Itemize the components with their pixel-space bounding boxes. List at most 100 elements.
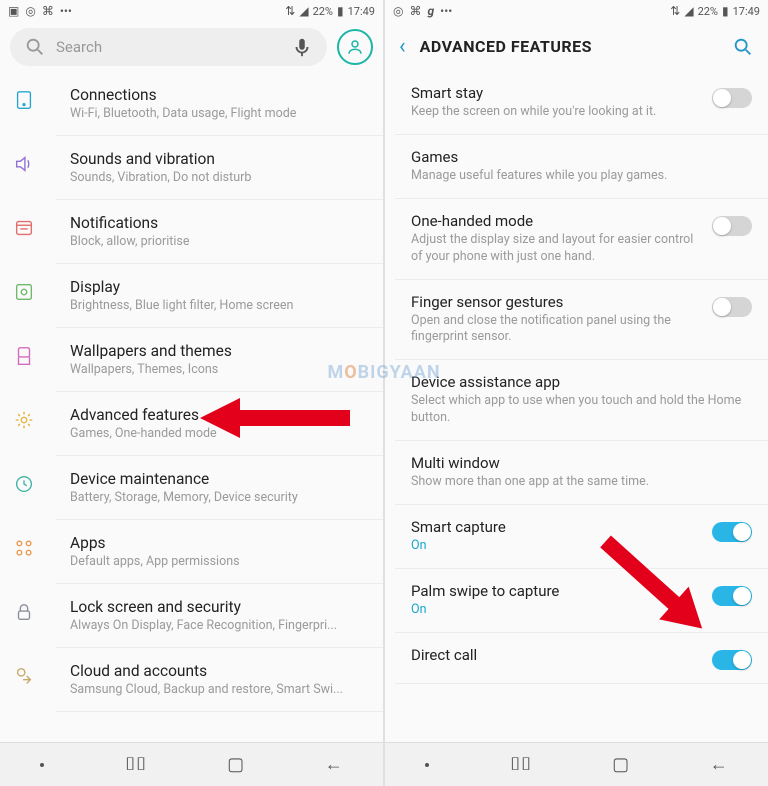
adv-item[interactable]: Smart capture On xyxy=(395,505,768,569)
back-icon[interactable]: ‹ xyxy=(399,34,406,59)
adv-item[interactable]: Finger sensor gestures Open and close th… xyxy=(395,280,768,361)
battery-icon: ▮ xyxy=(337,4,344,18)
recent-apps-button[interactable]: ⌷⌷ xyxy=(125,754,147,775)
adv-item-title: One-handed mode xyxy=(411,212,702,230)
more-icon: ••• xyxy=(60,4,72,18)
adv-item-title: Device assistance app xyxy=(411,373,752,391)
setting-item-lock[interactable]: Lock screen and security Always On Displ… xyxy=(56,584,383,648)
search-row: Search xyxy=(0,22,383,72)
setting-item-cloud[interactable]: Cloud and accounts Samsung Cloud, Backup… xyxy=(56,648,383,712)
toggle-switch[interactable] xyxy=(712,650,752,670)
setting-item-advanced[interactable]: Advanced features Games, One-handed mode xyxy=(56,392,383,456)
adv-item[interactable]: Smart stay Keep the screen on while you'… xyxy=(395,71,768,135)
toggle-switch[interactable] xyxy=(712,297,752,317)
battery-icon: ▮ xyxy=(722,4,729,18)
adv-item-subtitle: Open and close the notification panel us… xyxy=(411,313,702,347)
mic-icon[interactable] xyxy=(291,36,313,58)
status-time: 17:49 xyxy=(733,5,760,18)
adv-item[interactable]: Multi window Show more than one app at t… xyxy=(395,441,768,505)
data-icon: ⇅ xyxy=(285,4,295,18)
signal-icon: ◢ xyxy=(299,4,308,18)
apps-icon xyxy=(12,536,36,560)
setting-item-apps[interactable]: Apps Default apps, App permissions xyxy=(56,520,383,584)
adv-item[interactable]: Direct call xyxy=(395,633,768,684)
nav-dot xyxy=(425,763,429,767)
hangouts-icon: ⌘ xyxy=(409,4,421,18)
advanced-features-screen: ◎ ⌘ g ••• ⇅ ◢ 22% ▮ 17:49 ‹ ADVANCED FEA… xyxy=(385,0,768,786)
display-icon xyxy=(12,280,36,304)
advanced-features-list: Smart stay Keep the screen on while you'… xyxy=(385,71,768,742)
toggle-switch[interactable] xyxy=(712,586,752,606)
setting-title: Display xyxy=(70,278,369,296)
nav-bar: ⌷⌷ ▢ ← xyxy=(385,742,768,786)
adv-item-subtitle: Manage useful features while you play ga… xyxy=(411,168,752,185)
setting-subtitle: Sounds, Vibration, Do not disturb xyxy=(70,170,369,185)
lock-icon xyxy=(12,600,36,624)
setting-title: Device maintenance xyxy=(70,470,369,488)
status-bar: ◎ ⌘ g ••• ⇅ ◢ 22% ▮ 17:49 xyxy=(385,0,768,22)
search-placeholder: Search xyxy=(56,38,281,56)
setting-item-wallpaper[interactable]: Wallpapers and themes Wallpapers, Themes… xyxy=(56,328,383,392)
setting-title: Lock screen and security xyxy=(70,598,369,616)
setting-subtitle: Default apps, App permissions xyxy=(70,554,369,569)
setting-subtitle: Always On Display, Face Recognition, Fin… xyxy=(70,618,369,633)
setting-title: Apps xyxy=(70,534,369,552)
notifications-icon xyxy=(12,216,36,240)
whatsapp-icon: ◎ xyxy=(393,4,403,18)
home-button[interactable]: ▢ xyxy=(227,754,244,775)
adv-item-title: Finger sensor gestures xyxy=(411,293,702,311)
setting-item-display[interactable]: Display Brightness, Blue light filter, H… xyxy=(56,264,383,328)
search-icon[interactable] xyxy=(732,36,754,58)
status-time: 17:49 xyxy=(348,5,375,18)
data-icon: ⇅ xyxy=(670,4,680,18)
toggle-switch[interactable] xyxy=(712,216,752,236)
adv-item[interactable]: Palm swipe to capture On xyxy=(395,569,768,633)
recent-apps-button[interactable]: ⌷⌷ xyxy=(510,754,532,775)
nav-bar: ⌷⌷ ▢ ← xyxy=(0,742,383,786)
setting-subtitle: Battery, Storage, Memory, Device securit… xyxy=(70,490,369,505)
adv-item-subtitle: Adjust the display size and layout for e… xyxy=(411,232,702,266)
setting-title: Cloud and accounts xyxy=(70,662,369,680)
cloud-icon xyxy=(12,664,36,688)
adv-item-title: Smart capture xyxy=(411,518,702,536)
setting-subtitle: Block, allow, prioritise xyxy=(70,234,369,249)
gallery-icon: ▣ xyxy=(8,4,19,18)
toggle-switch[interactable] xyxy=(712,522,752,542)
adv-item-title: Games xyxy=(411,148,752,166)
search-input[interactable]: Search xyxy=(10,28,327,66)
adv-item-subtitle: On xyxy=(411,602,702,619)
toggle-switch[interactable] xyxy=(712,88,752,108)
settings-main-screen: ▣ ◎ ⌘ ••• ⇅ ◢ 22% ▮ 17:49 Search Connect… xyxy=(0,0,383,786)
setting-subtitle: Wallpapers, Themes, Icons xyxy=(70,362,369,377)
battery-pct: 22% xyxy=(313,5,333,18)
status-bar: ▣ ◎ ⌘ ••• ⇅ ◢ 22% ▮ 17:49 xyxy=(0,0,383,22)
adv-item[interactable]: Device assistance app Select which app t… xyxy=(395,360,768,441)
search-icon xyxy=(24,36,46,58)
nav-dot xyxy=(40,763,44,767)
setting-item-sound[interactable]: Sounds and vibration Sounds, Vibration, … xyxy=(56,136,383,200)
maintenance-icon xyxy=(12,472,36,496)
setting-subtitle: Samsung Cloud, Backup and restore, Smart… xyxy=(70,682,369,697)
more-icon: ••• xyxy=(440,4,452,18)
screen-header: ‹ ADVANCED FEATURES xyxy=(385,22,768,71)
hangouts-icon: ⌘ xyxy=(42,4,54,18)
profile-button[interactable] xyxy=(337,29,373,65)
back-button[interactable]: ← xyxy=(710,754,728,775)
settings-list: Connections Wi-Fi, Bluetooth, Data usage… xyxy=(0,72,383,742)
setting-item-connections[interactable]: Connections Wi-Fi, Bluetooth, Data usage… xyxy=(56,72,383,136)
app-icon: g xyxy=(427,4,434,18)
setting-title: Connections xyxy=(70,86,369,104)
sound-icon xyxy=(12,152,36,176)
adv-item-title: Palm swipe to capture xyxy=(411,582,702,600)
home-button[interactable]: ▢ xyxy=(612,754,629,775)
adv-item-title: Direct call xyxy=(411,646,702,664)
setting-item-maintenance[interactable]: Device maintenance Battery, Storage, Mem… xyxy=(56,456,383,520)
whatsapp-icon: ◎ xyxy=(25,4,35,18)
back-button[interactable]: ← xyxy=(325,754,343,775)
setting-subtitle: Brightness, Blue light filter, Home scre… xyxy=(70,298,369,313)
page-title: ADVANCED FEATURES xyxy=(420,37,718,56)
adv-item[interactable]: One-handed mode Adjust the display size … xyxy=(395,199,768,280)
setting-item-notifications[interactable]: Notifications Block, allow, prioritise xyxy=(56,200,383,264)
adv-item[interactable]: Games Manage useful features while you p… xyxy=(395,135,768,199)
adv-item-subtitle: Keep the screen on while you're looking … xyxy=(411,104,702,121)
